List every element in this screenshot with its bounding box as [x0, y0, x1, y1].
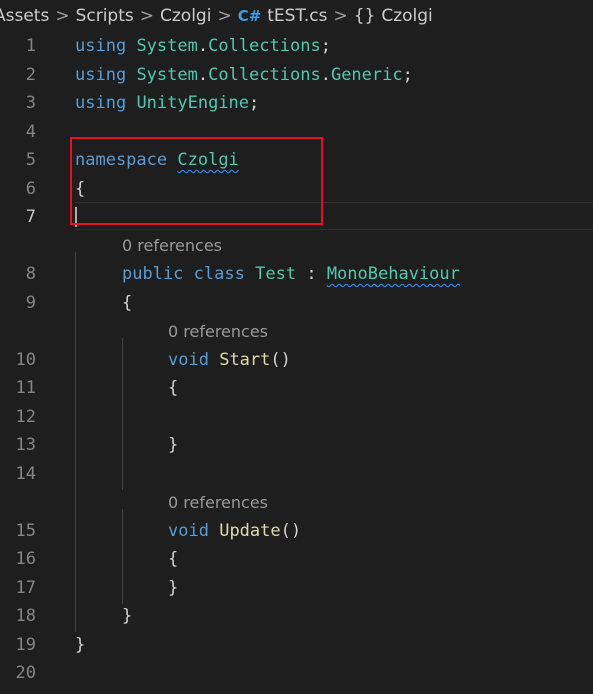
codelens-references[interactable]: 0 references — [168, 489, 268, 517]
line-number: 10 — [15, 350, 36, 370]
line-number: 5 — [25, 150, 36, 170]
namespace-token: Generic — [330, 65, 403, 85]
code-line-2: using System.Collections.Generic; — [75, 61, 593, 89]
close-brace: } — [168, 578, 179, 598]
punctuation: . — [197, 36, 209, 56]
keyword: void — [168, 521, 209, 541]
codelens-references[interactable]: 0 references — [122, 232, 222, 260]
keyword: using — [75, 93, 127, 113]
keyword: public — [122, 264, 184, 284]
annotation-highlight-box — [70, 137, 323, 225]
line-number: 17 — [15, 578, 36, 598]
code-editor[interactable]: 1 2 3 4 5 6 7 8 9 10 11 12 13 14 15 16 1… — [0, 32, 593, 694]
line-number: 11 — [15, 378, 36, 398]
code-line-1: using System.Collections; — [75, 32, 593, 60]
chevron-right-icon: > — [55, 6, 70, 26]
punctuation: ; — [249, 93, 260, 113]
keyword: void — [168, 350, 209, 370]
breadcrumb-file[interactable]: tEST.cs — [267, 6, 327, 26]
code-line-19: } — [75, 631, 593, 659]
base-class-name: MonoBehaviour — [326, 264, 460, 284]
codelens-references[interactable]: 0 references — [168, 318, 268, 346]
line-number: 15 — [15, 521, 36, 541]
line-number: 20 — [15, 663, 36, 683]
code-line-10: void Start() — [168, 346, 593, 374]
punctuation: ; — [402, 65, 413, 85]
code-line-18: } — [122, 602, 593, 630]
line-number: 14 — [15, 464, 36, 484]
punctuation: ; — [320, 36, 331, 56]
code-line-16: { — [168, 545, 593, 573]
class-name: Test — [255, 264, 297, 284]
breadcrumb-czolgi-folder[interactable]: Czolgi — [160, 6, 211, 26]
method-name: Update — [219, 521, 281, 541]
line-number: 18 — [15, 606, 36, 626]
code-line-15: void Update() — [168, 517, 593, 545]
indent-guide — [122, 509, 123, 604]
namespace-token: Collections — [208, 65, 321, 85]
breadcrumb-namespace[interactable]: Czolgi — [381, 6, 432, 26]
close-brace: } — [122, 606, 133, 626]
code-line-17: } — [168, 574, 593, 602]
namespace-token: UnityEngine — [136, 93, 250, 113]
keyword: using — [75, 36, 127, 56]
code-line-8: public class Test : MonoBehaviour — [122, 260, 593, 288]
csharp-file-icon: C# — [237, 7, 262, 25]
code-line-9: { — [122, 289, 593, 317]
line-number: 12 — [15, 407, 36, 427]
close-brace: } — [168, 435, 179, 455]
chevron-right-icon: > — [333, 6, 348, 26]
line-number: 4 — [25, 122, 36, 142]
line-number: 9 — [25, 293, 36, 313]
chevron-right-icon: > — [217, 6, 232, 26]
punctuation: () — [270, 350, 291, 370]
open-brace: { — [168, 378, 179, 398]
line-number: 8 — [25, 264, 36, 284]
indent-guide — [122, 338, 123, 490]
namespace-token: System — [136, 65, 198, 85]
indent-guide — [75, 252, 76, 632]
close-brace: } — [75, 635, 86, 655]
code-line-13: } — [168, 431, 593, 459]
chevron-right-icon: > — [139, 6, 154, 26]
method-name: Start — [219, 350, 271, 370]
breadcrumb-scripts[interactable]: Scripts — [76, 6, 134, 26]
breadcrumb: Assets > Scripts > Czolgi > C# tEST.cs >… — [0, 0, 587, 32]
line-number: 13 — [15, 435, 36, 455]
open-brace: { — [122, 293, 133, 313]
breadcrumb-assets[interactable]: Assets — [0, 6, 49, 26]
line-number: 2 — [25, 65, 36, 85]
code-line-3: using UnityEngine; — [75, 89, 593, 117]
namespace-token: System — [136, 36, 198, 56]
namespace-icon: {} — [353, 6, 376, 26]
punctuation: : — [306, 264, 317, 284]
punctuation: () — [280, 521, 302, 541]
line-number: 16 — [15, 549, 36, 569]
punctuation: . — [320, 65, 331, 85]
line-number: 1 — [25, 36, 36, 56]
keyword: using — [75, 65, 127, 85]
line-number: 19 — [15, 635, 36, 655]
keyword: class — [193, 264, 245, 284]
open-brace: { — [168, 549, 179, 569]
line-number-current: 7 — [25, 207, 36, 227]
code-line-11: { — [168, 374, 593, 402]
namespace-token: Collections — [208, 36, 321, 56]
punctuation: . — [197, 65, 209, 85]
line-number: 6 — [25, 179, 36, 199]
line-number: 3 — [25, 93, 36, 113]
